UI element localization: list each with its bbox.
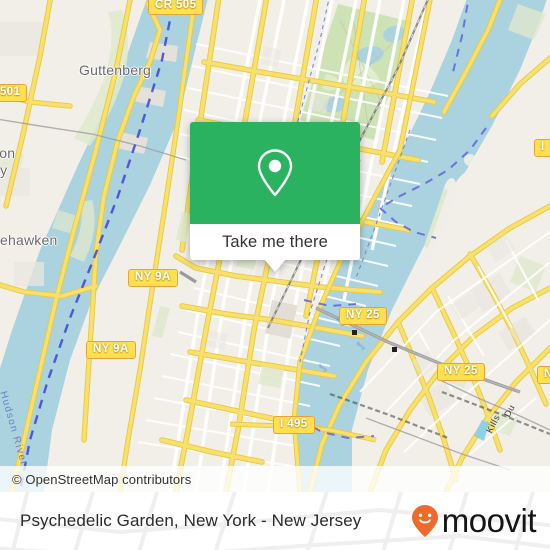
osm-attribution-text[interactable]: © OpenStreetMap contributors (0, 472, 191, 487)
shield-ny-25-east[interactable]: NY 25 (437, 363, 485, 381)
popup-tail-pointer (264, 259, 286, 272)
moovit-wordmark: moovit (441, 502, 537, 539)
shield-ny-9a-lower[interactable]: NY 9A (86, 341, 136, 359)
moovit-brand-logo[interactable]: moovit (410, 502, 537, 539)
location-title: Psychedelic Garden, New York - New Jerse… (20, 511, 362, 530)
footer-bar: Psychedelic Garden, New York - New Jerse… (0, 492, 550, 550)
shield-right-edge-lower[interactable]: N (537, 366, 550, 384)
popup-header (190, 122, 360, 224)
moovit-smiley-pin-icon (411, 505, 438, 537)
shield-ny-25-west[interactable]: NY 25 (339, 307, 387, 325)
popup-action-bar[interactable]: Take me there (190, 224, 360, 260)
shield-501[interactable]: 501 (0, 84, 28, 102)
shield-right-edge-upper[interactable]: I (534, 139, 550, 157)
shield-cr-505[interactable]: CR 505 (148, 0, 204, 15)
location-popup-card[interactable]: Take me there (190, 122, 360, 272)
moovit-map-screenshot: ferry ferry ferry Guttenberg ion (0, 0, 550, 550)
map-canvas[interactable]: ferry ferry ferry Guttenberg ion (0, 0, 550, 492)
map-attribution-bar: © OpenStreetMap contributors (0, 466, 550, 492)
location-pin-icon (257, 149, 293, 197)
shield-i-495[interactable]: I 495 (273, 416, 315, 434)
shield-ny-9a-upper[interactable]: NY 9A (128, 269, 178, 287)
take-me-there-label: Take me there (222, 232, 328, 251)
